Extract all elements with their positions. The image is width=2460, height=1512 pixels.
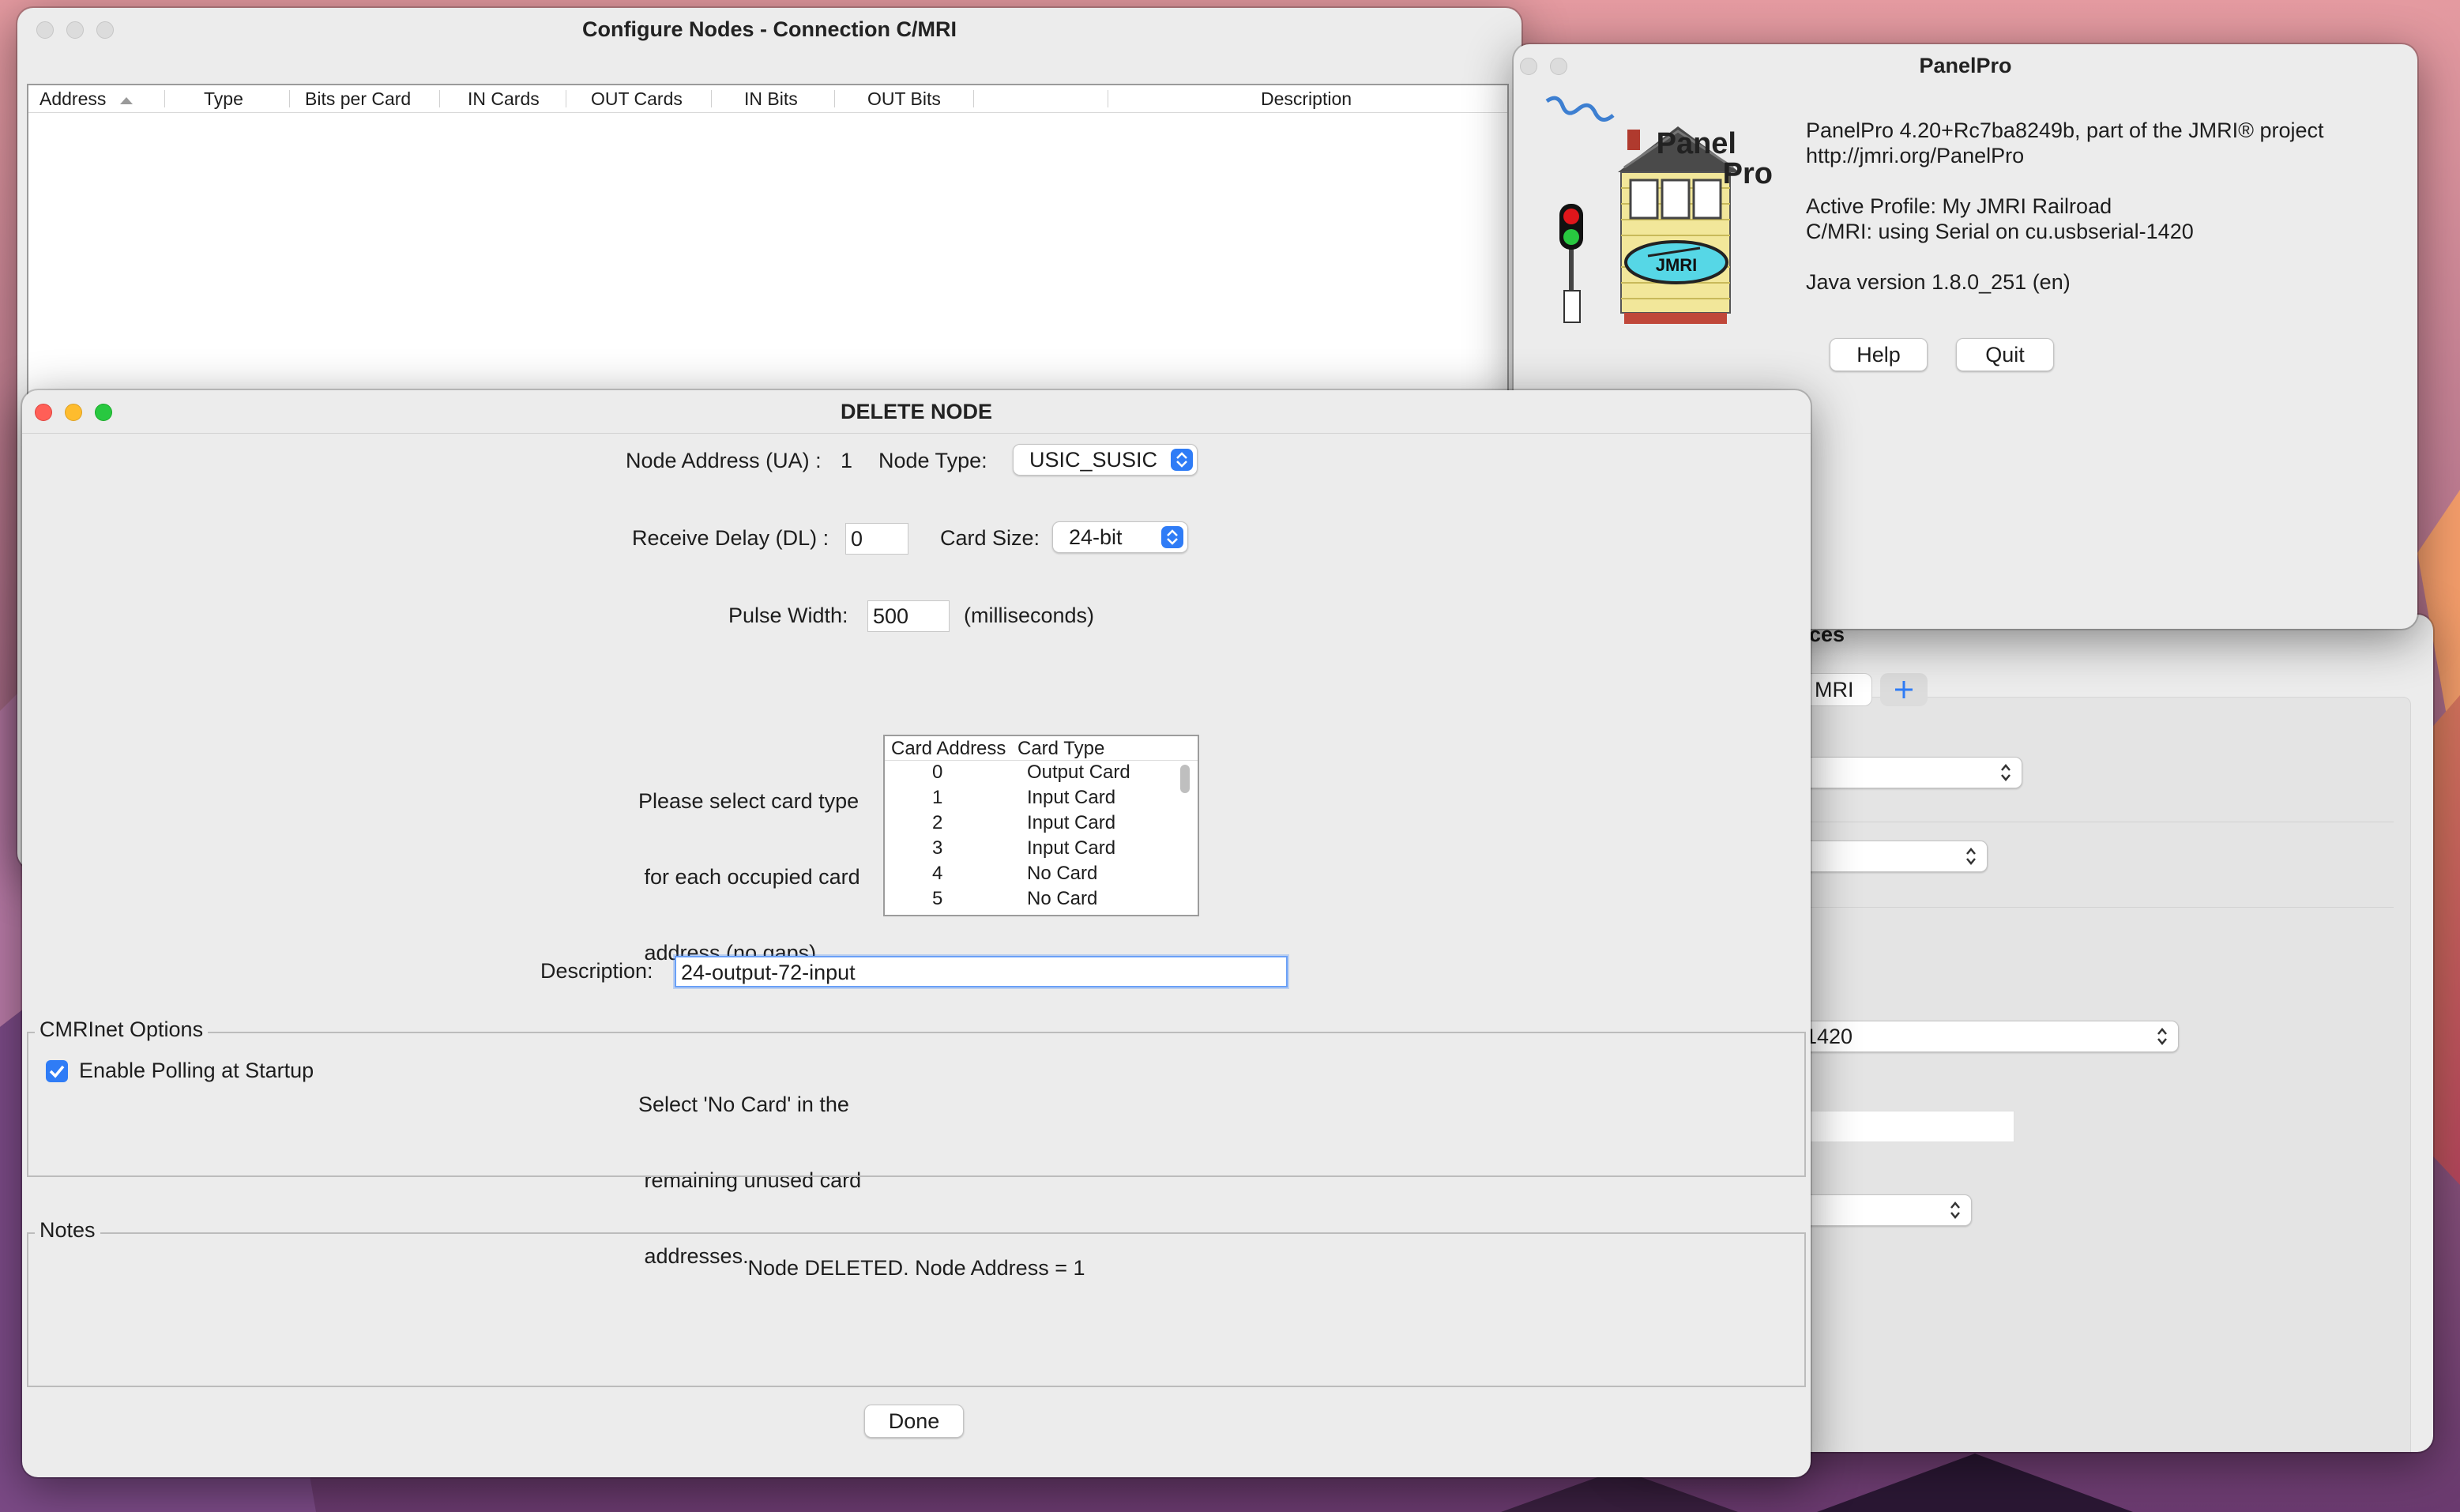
window-controls: [1520, 58, 1567, 75]
minimize-button[interactable]: [1550, 58, 1567, 75]
close-button[interactable]: [1520, 58, 1537, 75]
column-header-out-bits[interactable]: OUT Bits: [867, 88, 941, 110]
window-title: DELETE NODE: [840, 400, 993, 423]
zoom-button[interactable]: [95, 404, 112, 421]
window-controls: [36, 21, 114, 39]
minimize-button[interactable]: [66, 21, 84, 39]
card-size-label: Card Size:: [940, 526, 1040, 550]
minimize-button[interactable]: [65, 404, 82, 421]
column-header-address[interactable]: Address: [39, 88, 134, 110]
column-divider: [164, 90, 165, 107]
cmrinet-options-group: CMRInet Options Enable Polling at Startu…: [27, 1017, 1806, 1177]
column-header-description[interactable]: Description: [1261, 88, 1352, 110]
chevron-updown-icon: [2157, 1028, 2167, 1045]
window-controls: [35, 404, 112, 421]
column-divider: [289, 90, 290, 107]
cmrinet-options-label: CMRInet Options: [35, 1017, 209, 1042]
chevron-updown-icon: [2001, 764, 2011, 781]
version-line: PanelPro 4.20+Rc7ba8249b, part of the JM…: [1806, 118, 2324, 142]
prefs-divider: [1746, 907, 2394, 908]
logo-badge-text: JMRI: [1656, 255, 1698, 275]
chevron-updown-icon: [1161, 526, 1183, 548]
node-type-label: Node Type:: [878, 449, 987, 472]
panelpro-logo: Panel Pro JMRI: [1545, 85, 1798, 338]
plus-icon: [1895, 681, 1913, 698]
column-header-bits-per-card[interactable]: Bits per Card: [305, 88, 411, 110]
node-type-select[interactable]: USIC_SUSIC: [1013, 444, 1198, 476]
description-field[interactable]: 24-output-72-input: [675, 956, 1288, 987]
configure-nodes-titlebar[interactable]: Configure Nodes - Connection C/MRI: [17, 8, 1522, 51]
notes-group: Notes Node DELETED. Node Address = 1: [27, 1218, 1806, 1387]
java-version-line: Java version 1.8.0_251 (en): [1806, 270, 2071, 294]
connection-status-line: C/MRI: using Serial on cu.usbserial-1420: [1806, 220, 2194, 243]
node-address-value: 1: [841, 449, 853, 472]
quit-button[interactable]: Quit: [1956, 338, 2054, 371]
card-row[interactable]: 4 No Card: [885, 863, 1169, 888]
done-button[interactable]: Done: [864, 1405, 964, 1438]
card-type-table[interactable]: Card Address Card Type 0 Output Card 1 I…: [883, 735, 1199, 916]
receive-delay-label: Receive Delay (DL) :: [632, 526, 829, 550]
sort-ascending-icon: [119, 96, 133, 104]
description-label: Description:: [540, 959, 653, 983]
column-header-in-cards[interactable]: IN Cards: [468, 88, 540, 110]
column-header-in-bits[interactable]: IN Bits: [744, 88, 798, 110]
header-card-type[interactable]: Card Type: [1017, 738, 1104, 760]
pulse-width-field[interactable]: 500: [867, 600, 950, 632]
card-table-header: Card Address Card Type: [885, 736, 1198, 761]
window-title: PanelPro: [1919, 54, 2012, 77]
close-button[interactable]: [35, 404, 52, 421]
panelpro-titlebar[interactable]: PanelPro: [1514, 44, 2417, 87]
logo-text-panel: Panel: [1657, 127, 1736, 160]
card-row[interactable]: 0 Output Card: [885, 762, 1169, 787]
zoom-button[interactable]: [96, 21, 114, 39]
close-button[interactable]: [36, 21, 54, 39]
column-divider: [834, 90, 835, 107]
enable-polling-label[interactable]: Enable Polling at Startup: [79, 1059, 314, 1083]
active-profile-line: Active Profile: My JMRI Railroad: [1806, 194, 2112, 218]
notes-label: Notes: [35, 1218, 100, 1243]
card-row[interactable]: 3 Input Card: [885, 837, 1169, 863]
column-divider: [711, 90, 712, 107]
help-button[interactable]: Help: [1830, 338, 1928, 371]
add-connection-tab[interactable]: [1880, 673, 1928, 706]
card-row[interactable]: 5 No Card: [885, 888, 1169, 913]
enable-polling-checkbox[interactable]: [46, 1060, 68, 1082]
pulse-width-label: Pulse Width:: [728, 604, 848, 627]
card-size-select[interactable]: 24-bit: [1052, 521, 1188, 553]
column-header-type[interactable]: Type: [204, 88, 243, 110]
card-table-scrollbar[interactable]: [1180, 765, 1190, 793]
chevron-updown-icon: [1171, 449, 1193, 471]
logo-text-pro: Pro: [1723, 157, 1773, 190]
checkmark-icon: [49, 1065, 65, 1078]
card-row[interactable]: 2 Input Card: [885, 812, 1169, 837]
notes-text: Node DELETED. Node Address = 1: [747, 1256, 1085, 1280]
header-card-address[interactable]: Card Address: [891, 738, 1006, 760]
chevron-updown-icon: [1966, 848, 1976, 865]
delete-node-titlebar[interactable]: DELETE NODE: [22, 390, 1811, 434]
column-divider: [973, 90, 974, 107]
serial-port-select[interactable]: erial-1420: [1746, 1021, 2179, 1052]
project-url[interactable]: http://jmri.org/PanelPro: [1806, 144, 2024, 168]
column-divider: [439, 90, 440, 107]
chevron-updown-icon: [1950, 1202, 1960, 1219]
pulse-width-unit: (milliseconds): [964, 604, 1095, 627]
window-title: Configure Nodes - Connection C/MRI: [582, 17, 957, 41]
delete-node-window: DELETE NODE Node Address (UA) : 1 Node T…: [22, 390, 1811, 1477]
nodes-table-header: Address Type Bits per Card IN Cards OUT …: [28, 85, 1507, 113]
card-row[interactable]: 1 Input Card: [885, 787, 1169, 812]
column-header-out-cards[interactable]: OUT Cards: [591, 88, 683, 110]
receive-delay-field[interactable]: 0: [845, 523, 908, 555]
node-address-label: Node Address (UA) :: [626, 449, 822, 472]
